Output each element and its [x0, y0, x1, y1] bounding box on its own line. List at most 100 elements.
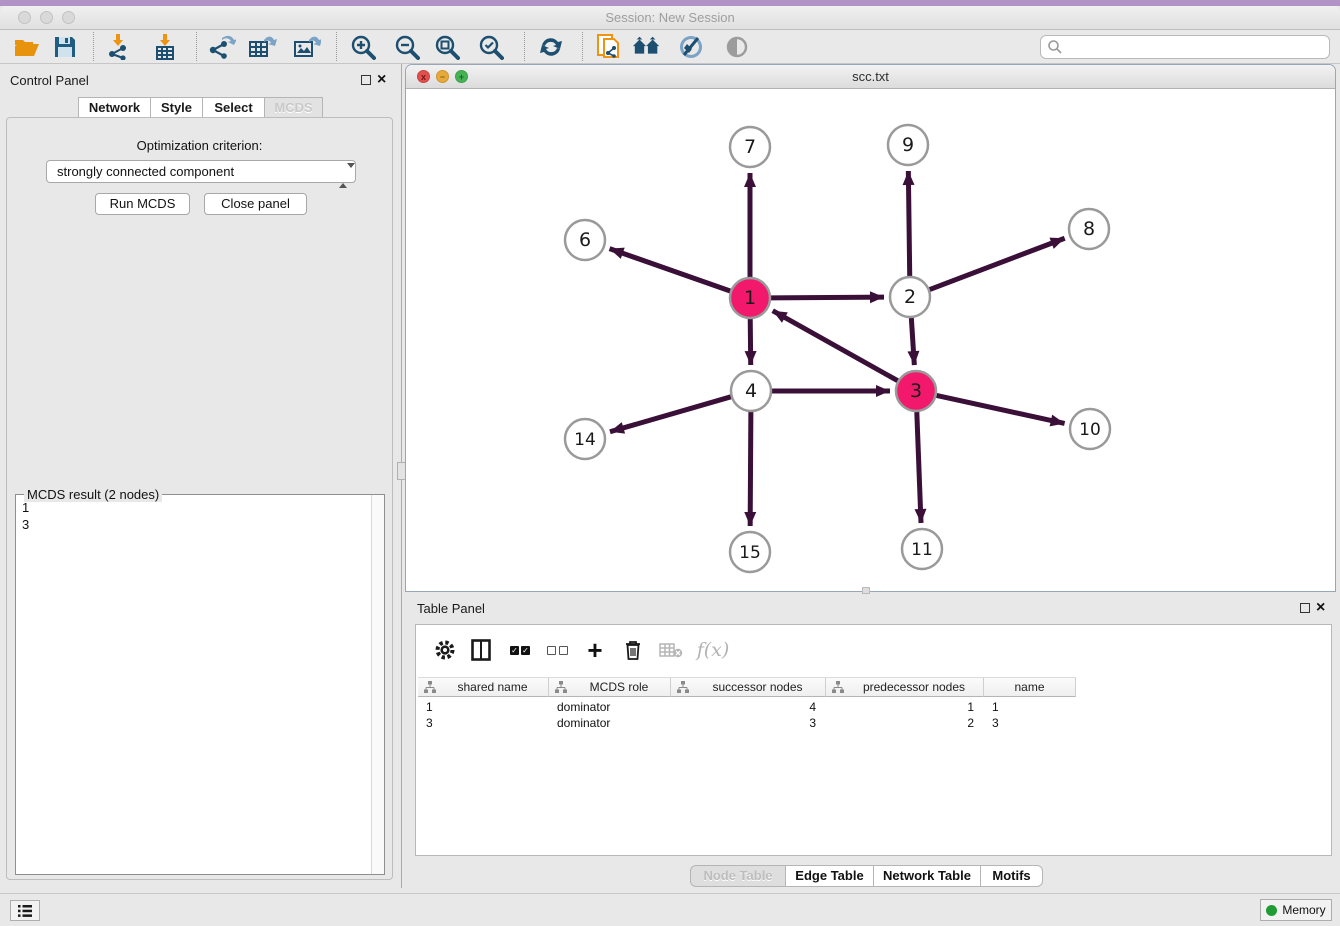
tab-style[interactable]: Style	[150, 97, 203, 118]
control-panel-header: Control Panel ×	[0, 68, 400, 94]
clone-network-icon[interactable]	[594, 33, 624, 61]
cell-successor-nodes[interactable]: 3	[671, 715, 826, 731]
export-table-icon[interactable]	[248, 33, 278, 61]
optimization-criterion-label: Optimization criterion:	[7, 138, 392, 153]
graph-edge-3-11[interactable]	[917, 412, 921, 523]
column-header-shared-name[interactable]: shared name	[418, 677, 549, 697]
graph-edge-2-8[interactable]	[930, 238, 1065, 289]
toolbar-separator	[196, 32, 197, 61]
graph-node-15[interactable]: 15	[730, 532, 770, 572]
main-titlebar: Session: New Session	[0, 6, 1340, 30]
graph-edge-4-15[interactable]	[750, 412, 751, 526]
tab-network[interactable]: Network	[78, 97, 151, 118]
style-eraser-icon[interactable]	[676, 33, 706, 61]
cell-name[interactable]: 1	[984, 699, 1076, 715]
column-label: successor nodes	[690, 680, 825, 694]
export-image-icon[interactable]	[292, 33, 322, 61]
zoom-fit-icon[interactable]	[432, 33, 462, 61]
cell-predecessor-nodes[interactable]: 2	[826, 715, 984, 731]
memory-status-icon	[1266, 905, 1277, 916]
function-builder-icon[interactable]: f(x)	[696, 631, 730, 669]
home-icon[interactable]	[632, 33, 662, 61]
tab-motifs[interactable]: Motifs	[980, 865, 1043, 887]
close-table-panel-icon[interactable]: ×	[1316, 601, 1325, 615]
tab-node-table[interactable]: Node Table	[690, 865, 786, 887]
delete-column-icon[interactable]	[620, 631, 646, 669]
criterion-select[interactable]: strongly connected component	[46, 160, 356, 183]
open-session-icon[interactable]	[12, 33, 42, 61]
import-table-icon[interactable]	[150, 33, 180, 61]
control-panel-title: Control Panel	[10, 73, 89, 88]
cell-mcds-role[interactable]: dominator	[549, 715, 671, 731]
float-table-panel-icon[interactable]	[1300, 603, 1310, 613]
graph-edge-1-6[interactable]	[610, 249, 731, 291]
network-window-titlebar: x − + scc.txt	[406, 65, 1335, 89]
delete-table-icon[interactable]	[656, 631, 686, 669]
close-panel-button[interactable]: Close panel	[204, 193, 307, 215]
add-column-icon[interactable]: +	[582, 631, 608, 669]
deselect-all-icon[interactable]	[544, 631, 574, 669]
import-network-icon[interactable]	[104, 33, 134, 61]
graph-edge-2-9[interactable]	[908, 171, 909, 276]
graph-node-8[interactable]: 8	[1069, 209, 1109, 249]
list-icon	[17, 904, 33, 918]
result-scrollbar[interactable]	[371, 495, 384, 874]
graph-edge-2-3[interactable]	[911, 318, 914, 365]
graph-node-3[interactable]: 3	[896, 371, 936, 411]
column-header-name[interactable]: name	[984, 677, 1076, 697]
task-history-button[interactable]	[10, 900, 40, 921]
cell-shared-name[interactable]: 3	[418, 715, 549, 731]
save-session-icon[interactable]	[50, 33, 80, 61]
export-network-icon[interactable]	[207, 33, 237, 61]
tab-mcds[interactable]: MCDS	[264, 97, 323, 118]
cell-successor-nodes[interactable]: 4	[671, 699, 826, 715]
refresh-icon[interactable]	[536, 33, 566, 61]
float-panel-icon[interactable]	[361, 75, 371, 85]
close-panel-icon[interactable]: ×	[377, 73, 386, 87]
zoom-in-icon[interactable]	[348, 33, 378, 61]
mcds-result-group: MCDS result (2 nodes) 1 3	[15, 494, 385, 875]
graph-node-1[interactable]: 1	[730, 278, 770, 318]
column-header-successor-nodes[interactable]: successor nodes	[671, 677, 826, 697]
graph-edge-3-10[interactable]	[937, 395, 1065, 423]
tab-select[interactable]: Select	[202, 97, 265, 118]
graph-node-label: 3	[910, 380, 922, 402]
cell-shared-name[interactable]: 1	[418, 699, 549, 715]
cell-predecessor-nodes[interactable]: 1	[826, 699, 984, 715]
zoom-out-icon[interactable]	[392, 33, 422, 61]
window-title: Session: New Session	[0, 6, 1340, 30]
graph-node-10[interactable]: 10	[1070, 409, 1110, 449]
control-panel-tabs: Network Style Select MCDS	[0, 97, 400, 118]
graph-node-14[interactable]: 14	[565, 419, 605, 459]
graph-node-9[interactable]: 9	[888, 125, 928, 165]
zoom-selected-icon[interactable]	[476, 33, 506, 61]
eye-icon[interactable]	[722, 33, 752, 61]
graph-node-7[interactable]: 7	[730, 127, 770, 167]
select-all-icon[interactable]: ✓✓	[506, 631, 536, 669]
graph-edge-3-1[interactable]	[773, 311, 898, 381]
column-layout-icon[interactable]	[468, 631, 494, 669]
graph-node-6[interactable]: 6	[565, 220, 605, 260]
graph-node-2[interactable]: 2	[890, 277, 930, 317]
cell-name[interactable]: 3	[984, 715, 1076, 731]
settings-gear-icon[interactable]	[432, 631, 458, 669]
tab-network-table[interactable]: Network Table	[873, 865, 981, 887]
cell-mcds-role[interactable]: dominator	[549, 699, 671, 715]
column-header-mcds-role[interactable]: MCDS role	[549, 677, 671, 697]
memory-button[interactable]: Memory	[1260, 899, 1332, 921]
column-header-predecessor-nodes[interactable]: predecessor nodes	[826, 677, 984, 697]
graph-edge-1-2[interactable]	[771, 297, 884, 298]
search-input[interactable]	[1040, 35, 1330, 59]
mcds-panel: Optimization criterion: strongly connect…	[6, 117, 393, 880]
column-label: MCDS role	[568, 680, 670, 694]
hierarchy-icon	[831, 681, 845, 693]
graph-node-11[interactable]: 11	[902, 529, 942, 569]
criterion-value: strongly connected component	[57, 164, 234, 179]
graph-node-4[interactable]: 4	[731, 371, 771, 411]
graph-edge-4-14[interactable]	[610, 397, 731, 432]
network-canvas[interactable]: 7 9 6 8 1 2 4 3 14 10 15 11	[406, 90, 1335, 591]
graph-node-label: 9	[902, 134, 914, 156]
run-mcds-button[interactable]: Run MCDS	[95, 193, 190, 215]
tab-edge-table[interactable]: Edge Table	[785, 865, 874, 887]
horizontal-splitter-grip[interactable]	[862, 587, 870, 594]
